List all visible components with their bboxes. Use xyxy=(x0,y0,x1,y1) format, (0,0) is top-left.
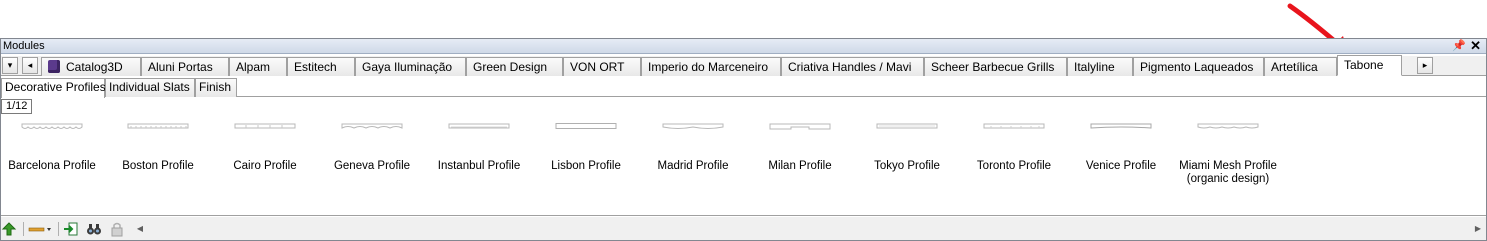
profile-item-instanbul[interactable]: Instanbul Profile xyxy=(424,122,534,173)
import-icon[interactable] xyxy=(63,221,79,237)
profile-gallery: 1/12 Barcelona Profile Boston Profile Ca… xyxy=(1,98,1486,216)
tab-aluni-portas[interactable]: Aluni Portas xyxy=(141,57,229,76)
scroll-right-arrow-icon[interactable]: ▶ xyxy=(1471,220,1485,237)
profile-item-venice[interactable]: Venice Profile xyxy=(1066,122,1176,173)
chevron-left-icon: ◂ xyxy=(27,60,33,70)
profile-venice-icon xyxy=(1090,123,1152,129)
tab-criativa-handles[interactable]: Criativa Handles / Mavi xyxy=(781,57,924,76)
page-indicator: 1/12 xyxy=(1,99,32,114)
subtab-individual-slats[interactable]: Individual Slats xyxy=(105,78,195,97)
profile-item-tokyo[interactable]: Tokyo Profile xyxy=(852,122,962,173)
tab-tabone[interactable]: Tabone xyxy=(1337,55,1402,76)
tab-scroll-left-button[interactable]: ◂ xyxy=(22,57,38,74)
subtab-finish[interactable]: Finish xyxy=(195,78,237,97)
profile-madrid-icon xyxy=(662,123,724,129)
profile-lisbon-icon xyxy=(555,123,617,129)
chevron-down-icon: ▾ xyxy=(7,60,13,70)
profile-toronto-icon xyxy=(983,123,1045,129)
profile-miami-icon xyxy=(1197,123,1259,129)
subtab-strip: Decorative Profiles Individual Slats Fin… xyxy=(1,77,1486,98)
purple-cube-icon xyxy=(48,60,60,73)
tab-green-design[interactable]: Green Design xyxy=(466,57,563,76)
profile-item-madrid[interactable]: Madrid Profile xyxy=(638,122,748,173)
modules-panel: Modules 📌 ✕ ▾ ◂ Catalog3D Aluni Portas A… xyxy=(0,38,1487,241)
close-icon[interactable]: ✕ xyxy=(1470,38,1481,54)
tab-estitech[interactable]: Estitech xyxy=(287,57,355,76)
tab-list-dropdown-button[interactable]: ▾ xyxy=(2,57,18,74)
pin-icon[interactable]: 📌 xyxy=(1452,39,1466,52)
lock-icon[interactable] xyxy=(109,221,125,237)
tab-gaya-iluminacao[interactable]: Gaya Iluminação xyxy=(355,57,466,76)
profile-boston-icon xyxy=(127,123,189,129)
binoculars-icon[interactable] xyxy=(86,221,102,237)
profile-item-boston[interactable]: Boston Profile xyxy=(103,122,213,173)
horizontal-scrollbar[interactable]: ◀ ▶ xyxy=(133,220,1485,237)
tab-scroll-right-button[interactable]: ▸ xyxy=(1417,57,1433,74)
tab-alpam[interactable]: Alpam xyxy=(229,57,287,76)
tab-italyline[interactable]: Italyline xyxy=(1067,57,1133,76)
profile-cairo-icon xyxy=(234,123,296,129)
tab-von-ort[interactable]: VON ORT xyxy=(563,57,641,76)
profile-instanbul-icon xyxy=(448,123,510,129)
chevron-right-icon: ▸ xyxy=(1422,60,1428,70)
tab-pigmento-laqueados[interactable]: Pigmento Laqueados xyxy=(1133,57,1264,76)
toolbar-separator xyxy=(58,222,59,236)
profile-geneva-icon xyxy=(341,123,403,129)
subtab-decorative-profiles[interactable]: Decorative Profiles xyxy=(1,78,106,98)
tab-imperio-do-marceneiro[interactable]: Imperio do Marceneiro xyxy=(641,57,781,76)
profile-item-cairo[interactable]: Cairo Profile xyxy=(210,122,320,173)
profile-item-milan[interactable]: Milan Profile xyxy=(745,122,855,173)
profile-item-miami-mesh[interactable]: Miami Mesh Profile (organic design) xyxy=(1173,122,1283,186)
scroll-left-arrow-icon[interactable]: ◀ xyxy=(133,220,147,237)
panel-title: Modules xyxy=(3,40,45,52)
profile-tokyo-icon xyxy=(876,123,938,129)
bottom-toolbar: ◀ ▶ xyxy=(1,217,1486,240)
tab-artetilica[interactable]: Artetílica xyxy=(1264,57,1337,76)
profile-item-lisbon[interactable]: Lisbon Profile xyxy=(531,122,641,173)
tab-catalog3d[interactable]: Catalog3D xyxy=(41,57,141,76)
profile-item-toronto[interactable]: Toronto Profile xyxy=(959,122,1069,173)
profile-milan-icon xyxy=(769,123,831,130)
profile-item-barcelona[interactable]: Barcelona Profile xyxy=(0,122,107,173)
line-style-dropdown-icon[interactable] xyxy=(28,221,54,237)
panel-titlebar: Modules 📌 ✕ xyxy=(1,38,1486,54)
catalog-tab-strip: ▾ ◂ Catalog3D Aluni Portas Alpam Estitec… xyxy=(1,55,1486,76)
upload-green-icon[interactable] xyxy=(1,221,17,237)
tab-scheer-barbecue-grills[interactable]: Scheer Barbecue Grills xyxy=(924,57,1067,76)
profile-item-geneva[interactable]: Geneva Profile xyxy=(317,122,427,173)
profile-barcelona-icon xyxy=(21,123,83,129)
toolbar-separator xyxy=(23,222,24,236)
